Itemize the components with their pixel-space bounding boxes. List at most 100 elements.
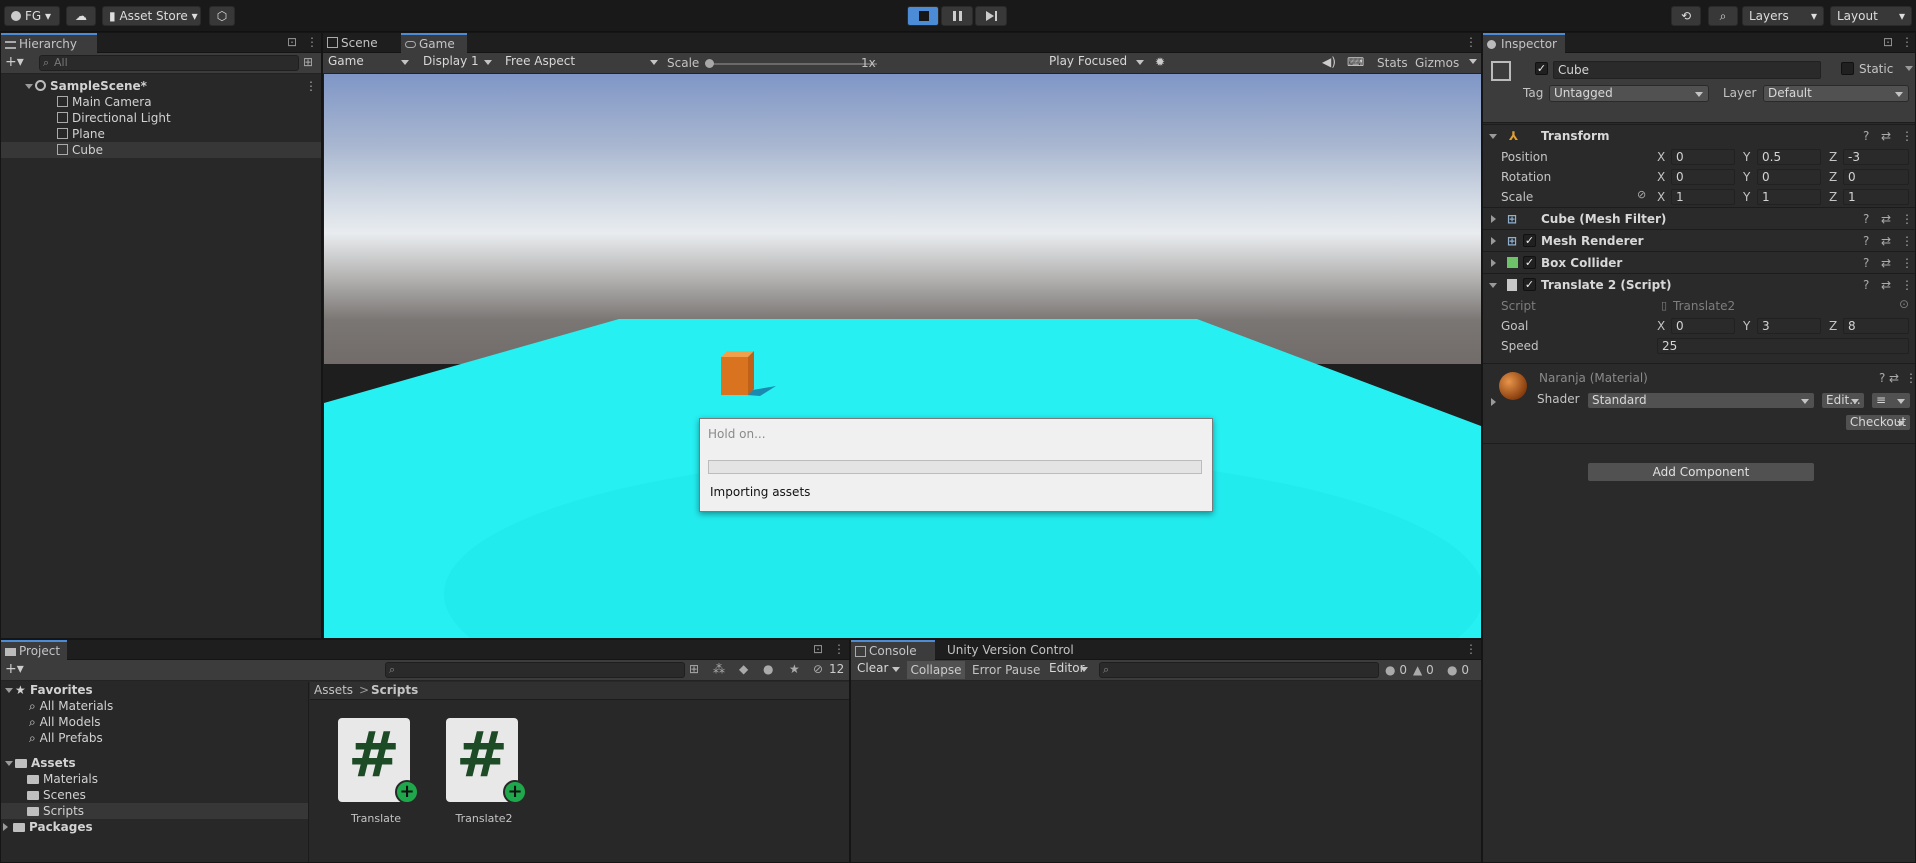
preset-icon[interactable]: ⇄ bbox=[1881, 230, 1891, 252]
warning-count-toggle[interactable]: ▲ 0 bbox=[1413, 661, 1434, 679]
clear-dropdown[interactable]: Clear bbox=[853, 661, 905, 678]
kebab-menu-icon[interactable]: ⋮ bbox=[1901, 208, 1913, 230]
cloud-button[interactable]: ☁ bbox=[66, 6, 96, 26]
preset-icon[interactable]: ⇄ bbox=[1881, 252, 1891, 274]
favorite-item[interactable]: ⌕ All Materials bbox=[29, 698, 113, 714]
scale-x-field[interactable]: 1 bbox=[1671, 189, 1735, 205]
help-icon[interactable]: ? bbox=[1863, 274, 1869, 296]
tab-scene[interactable]: Scene bbox=[323, 33, 399, 53]
help-icon[interactable]: ? bbox=[1863, 252, 1869, 274]
history-button[interactable]: ⟲ bbox=[1671, 6, 1701, 26]
console-search-input[interactable]: ⌕ bbox=[1099, 662, 1379, 678]
asset-file[interactable]: # + Translate2 bbox=[444, 718, 527, 828]
link-icon[interactable]: ⊘ bbox=[1637, 188, 1646, 201]
kebab-menu-icon[interactable]: ⋮ bbox=[1901, 35, 1913, 49]
project-search-input[interactable]: ⌕ bbox=[385, 662, 685, 678]
hierarchy-item-selected[interactable]: Cube bbox=[1, 142, 321, 158]
help-icon[interactable]: ? bbox=[1863, 208, 1869, 230]
breadcrumb-root[interactable]: Assets bbox=[314, 683, 353, 697]
checkout-button[interactable]: Checkout bbox=[1845, 414, 1911, 431]
pause-button[interactable] bbox=[941, 6, 973, 26]
scene-root[interactable]: SampleScene* ⋮ bbox=[25, 78, 319, 94]
rotation-x-field[interactable]: 0 bbox=[1671, 169, 1735, 185]
favorites-node[interactable]: ★ Favorites bbox=[5, 682, 93, 698]
editor-dropdown[interactable]: Editor bbox=[1045, 661, 1093, 678]
tab-game[interactable]: Game bbox=[401, 33, 467, 53]
aspect-dropdown[interactable]: Free Aspect bbox=[501, 54, 663, 71]
kebab-menu-icon[interactable]: ⋮ bbox=[305, 78, 317, 94]
keyboard-icon[interactable]: ⌨ bbox=[1347, 55, 1364, 69]
preset-icon[interactable]: ⇄ bbox=[1881, 274, 1891, 296]
asset-store-dropdown[interactable]: ▮ Asset Store ▾ bbox=[102, 6, 201, 26]
enabled-checkbox[interactable]: ✓ bbox=[1523, 234, 1536, 247]
edit-shader-button[interactable]: Edit... bbox=[1821, 392, 1865, 409]
kebab-menu-icon[interactable]: ⋮ bbox=[1901, 230, 1913, 252]
bug-icon[interactable]: ✹ bbox=[1155, 55, 1165, 69]
tab-console[interactable]: Console bbox=[851, 640, 935, 660]
play-button[interactable] bbox=[907, 6, 939, 26]
scale-z-field[interactable]: 1 bbox=[1843, 189, 1909, 205]
add-component-button[interactable]: Add Component bbox=[1587, 462, 1815, 482]
favorite-item[interactable]: ⌕ All Models bbox=[29, 714, 101, 730]
add-icon[interactable]: +▾ bbox=[5, 661, 24, 677]
goal-x-field[interactable]: 0 bbox=[1671, 318, 1735, 334]
step-button[interactable] bbox=[975, 6, 1007, 26]
rotation-z-field[interactable]: 0 bbox=[1843, 169, 1909, 185]
search-button[interactable]: ⌕ bbox=[1708, 6, 1738, 26]
lock-icon[interactable]: ⊡ bbox=[813, 642, 823, 656]
kebab-menu-icon[interactable]: ⋮ bbox=[1905, 371, 1916, 385]
kebab-menu-icon[interactable]: ⋮ bbox=[1901, 252, 1913, 274]
scene-view-icon[interactable]: ⊞ bbox=[303, 55, 313, 69]
favorite-star-icon[interactable]: ★ bbox=[789, 662, 800, 676]
layers-dropdown[interactable]: Layers ▾ bbox=[1742, 6, 1824, 26]
asset-file[interactable]: # + Translate bbox=[336, 718, 419, 828]
preset-icon[interactable]: ⇄ bbox=[1889, 371, 1899, 385]
hidden-packages-icon[interactable]: ⊘ bbox=[813, 662, 823, 676]
search-by-label-icon[interactable]: ⁂ bbox=[713, 662, 725, 676]
speed-field[interactable]: 25 bbox=[1657, 338, 1909, 354]
hierarchy-item[interactable]: Main Camera bbox=[57, 94, 152, 110]
search-by-type-icon[interactable]: ⊞ bbox=[689, 662, 699, 676]
kebab-menu-icon[interactable]: ⋮ bbox=[1465, 35, 1477, 49]
slider-handle[interactable] bbox=[705, 59, 714, 68]
expand-arrow-icon[interactable] bbox=[1491, 398, 1496, 406]
breadcrumb-current[interactable]: Scripts bbox=[371, 683, 418, 697]
shader-options-dropdown[interactable]: ≡ bbox=[1871, 392, 1911, 409]
enabled-checkbox[interactable]: ✓ bbox=[1523, 256, 1536, 269]
enabled-checkbox[interactable]: ✓ bbox=[1523, 278, 1536, 291]
position-y-field[interactable]: 0.5 bbox=[1757, 149, 1821, 165]
lock-icon[interactable]: ⊡ bbox=[1883, 35, 1893, 49]
goal-y-field[interactable]: 3 bbox=[1757, 318, 1821, 334]
tab-inspector[interactable]: Inspector bbox=[1483, 33, 1565, 53]
mesh-renderer-header[interactable]: ⊞ ✓ Mesh Renderer ? ⇄ ⋮ bbox=[1483, 229, 1915, 251]
tab-project[interactable]: Project bbox=[1, 640, 67, 660]
script-component-header[interactable]: ✓ Translate 2 (Script) ? ⇄ ⋮ bbox=[1483, 273, 1915, 295]
hierarchy-item[interactable]: Directional Light bbox=[57, 110, 171, 126]
help-icon[interactable]: ? bbox=[1879, 371, 1885, 385]
add-icon[interactable]: +▾ bbox=[5, 54, 24, 70]
lock-icon[interactable]: ⊡ bbox=[287, 35, 297, 49]
shader-dropdown[interactable]: Standard bbox=[1587, 392, 1815, 409]
preset-icon[interactable]: ⇄ bbox=[1881, 208, 1891, 230]
hierarchy-item[interactable]: Plane bbox=[57, 126, 105, 142]
game-view-dropdown[interactable]: Game bbox=[324, 54, 414, 71]
tag-dropdown[interactable]: Untagged bbox=[1549, 85, 1709, 102]
packages-node[interactable]: Packages bbox=[3, 819, 93, 835]
mesh-filter-header[interactable]: ⊞ Cube (Mesh Filter) ? ⇄ ⋮ bbox=[1483, 207, 1915, 229]
tab-version-control[interactable]: Unity Version Control bbox=[939, 640, 1089, 660]
assets-node[interactable]: Assets bbox=[5, 755, 76, 771]
position-x-field[interactable]: 0 bbox=[1671, 149, 1735, 165]
static-checkbox[interactable] bbox=[1841, 62, 1854, 75]
error-pause-toggle[interactable]: Error Pause bbox=[972, 661, 1040, 679]
object-picker-icon[interactable]: ⊙ bbox=[1899, 297, 1909, 311]
kebab-menu-icon[interactable]: ⋮ bbox=[306, 35, 318, 49]
folder-item[interactable]: Scenes bbox=[27, 787, 86, 803]
rotation-y-field[interactable]: 0 bbox=[1757, 169, 1821, 185]
gizmos-button[interactable]: Gizmos bbox=[1415, 54, 1459, 72]
account-dropdown[interactable]: FG ▾ bbox=[4, 6, 60, 26]
collapse-toggle[interactable]: Collapse bbox=[907, 661, 965, 679]
kebab-menu-icon[interactable]: ⋮ bbox=[833, 642, 845, 656]
stats-button[interactable]: Stats bbox=[1377, 54, 1408, 72]
folder-item[interactable]: Materials bbox=[27, 771, 98, 787]
transform-header[interactable]: ⅄ Transform ? ⇄ ⋮ bbox=[1483, 124, 1915, 146]
